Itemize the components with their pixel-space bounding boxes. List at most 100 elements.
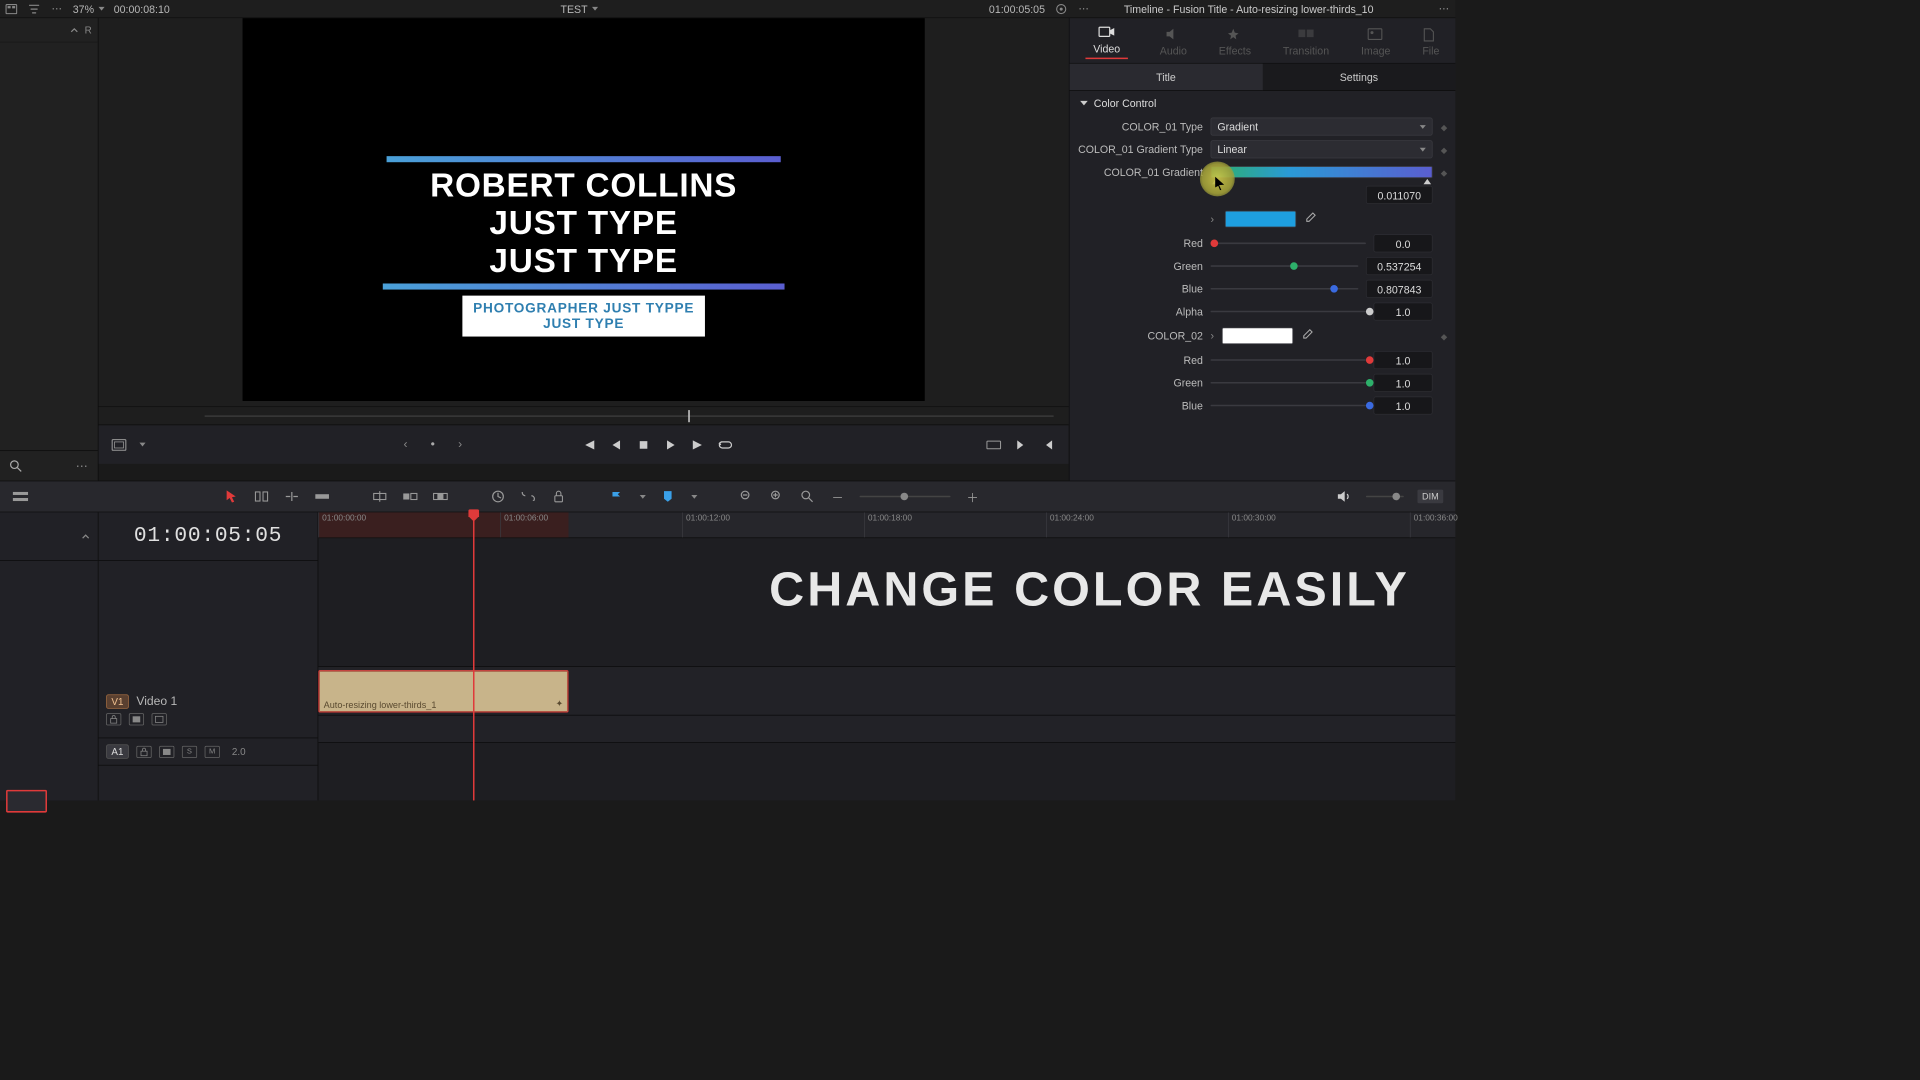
lock-track-icon[interactable] xyxy=(136,745,151,757)
first-frame-icon[interactable] xyxy=(581,436,598,453)
chevron-down-icon[interactable] xyxy=(139,443,145,447)
dynamic-trim-icon[interactable] xyxy=(283,488,300,505)
red2-value[interactable]: 1.0 xyxy=(1373,351,1432,369)
chevron-down-icon[interactable] xyxy=(691,495,697,499)
marker-dot-icon[interactable]: • xyxy=(424,436,441,453)
color-swatch[interactable] xyxy=(1225,211,1296,228)
more-icon[interactable]: ⋯ xyxy=(50,2,64,16)
browser-collapse-row[interactable]: R xyxy=(0,18,98,42)
track-header-v1[interactable]: V1 Video 1 xyxy=(99,690,318,739)
marker-icon[interactable] xyxy=(659,488,676,505)
selection-tool-icon[interactable] xyxy=(223,488,240,505)
goto-out-icon[interactable] xyxy=(1040,436,1057,453)
timeline-zoom-slider[interactable] xyxy=(860,496,951,498)
play-icon[interactable] xyxy=(662,436,679,453)
loop-icon[interactable] xyxy=(717,436,734,453)
alpha-value[interactable]: 1.0 xyxy=(1373,302,1432,320)
overwrite-icon[interactable] xyxy=(402,488,419,505)
track-lane-v1[interactable]: Auto-resizing lower-thirds_1 ✦ xyxy=(318,667,1455,716)
gradient-stop-right[interactable] xyxy=(1424,179,1432,184)
eyedropper-icon[interactable] xyxy=(1300,329,1314,343)
green2-value[interactable]: 1.0 xyxy=(1373,374,1432,392)
zoom-plus-icon[interactable]: ＋ xyxy=(964,488,981,505)
zoom-minus-icon[interactable]: － xyxy=(829,488,846,505)
dim-button[interactable]: DIM xyxy=(1417,490,1443,504)
keyframe-toggle[interactable] xyxy=(1440,166,1448,178)
timeline-clip[interactable]: Auto-resizing lower-thirds_1 ✦ xyxy=(318,670,568,712)
program-viewer[interactable]: ROBERT COLLINS JUST TYPE JUST TYPE PHOTO… xyxy=(243,18,925,401)
viewer-scrubber[interactable] xyxy=(99,406,1069,424)
eyedropper-icon[interactable] xyxy=(1304,212,1318,226)
next-edit-icon[interactable] xyxy=(1013,436,1030,453)
blue-slider[interactable] xyxy=(1211,288,1359,290)
last-frame-icon[interactable] xyxy=(690,436,707,453)
subtab-title[interactable]: Title xyxy=(1070,64,1263,91)
more-icon[interactable]: ⋯ xyxy=(1437,2,1451,16)
section-color-control[interactable]: Color Control xyxy=(1070,91,1456,115)
color02-swatch[interactable] xyxy=(1222,327,1293,344)
chevron-up-icon[interactable] xyxy=(81,532,90,541)
flag-icon[interactable] xyxy=(608,488,625,505)
more-icon[interactable]: ⋯ xyxy=(75,459,89,473)
auto-select-icon[interactable] xyxy=(129,713,144,725)
timeline-body[interactable]: 01:00:00:00 01:00:06:00 01:00:12:00 01:0… xyxy=(318,512,1455,800)
color01-gradtype-select[interactable]: Linear xyxy=(1211,140,1433,158)
link-icon[interactable] xyxy=(520,488,537,505)
green-slider[interactable] xyxy=(1211,265,1359,267)
replace-icon[interactable] xyxy=(432,488,449,505)
play-reverse-icon[interactable] xyxy=(608,436,625,453)
zoom-in-fit-icon[interactable] xyxy=(769,488,786,505)
mute-icon[interactable] xyxy=(1336,488,1353,505)
blue2-value[interactable]: 1.0 xyxy=(1373,396,1432,414)
chevron-down-icon[interactable] xyxy=(640,495,646,499)
auto-select-icon[interactable] xyxy=(159,745,174,757)
zoom-dropdown[interactable]: 37% xyxy=(73,3,105,15)
timeline-playhead[interactable] xyxy=(473,512,475,800)
disable-track-icon[interactable] xyxy=(152,713,167,725)
color01-type-select[interactable]: Gradient xyxy=(1211,117,1433,135)
blue-value[interactable]: 0.807843 xyxy=(1366,280,1433,298)
tab-video[interactable]: Video xyxy=(1085,25,1127,58)
prev-clip-icon[interactable]: ‹ xyxy=(397,436,414,453)
more-icon[interactable]: ⋯ xyxy=(1077,2,1091,16)
scrub-handle[interactable] xyxy=(688,410,690,422)
chevron-right-icon[interactable]: › xyxy=(1211,330,1215,342)
next-clip-icon[interactable]: › xyxy=(452,436,469,453)
page-nav-edit[interactable] xyxy=(6,790,47,813)
filter-icon[interactable] xyxy=(27,2,41,16)
track-header-a1[interactable]: A1 S M 2.0 xyxy=(99,738,318,765)
lock-track-icon[interactable] xyxy=(106,713,121,725)
timeline-name-dropdown[interactable]: TEST xyxy=(560,3,598,15)
zoom-out-fit-icon[interactable] xyxy=(738,488,755,505)
red-value[interactable]: 0.0 xyxy=(1373,234,1432,252)
gradient-strip[interactable] xyxy=(1211,166,1433,178)
search-timeline-icon[interactable] xyxy=(799,488,816,505)
blue2-slider[interactable] xyxy=(1211,405,1366,407)
solo-button[interactable]: S xyxy=(182,745,197,757)
subtab-settings[interactable]: Settings xyxy=(1262,64,1455,91)
keyframe-toggle[interactable] xyxy=(1440,121,1448,133)
keyframe-toggle[interactable] xyxy=(1440,143,1448,155)
stop-icon[interactable] xyxy=(635,436,652,453)
keyframe-toggle[interactable] xyxy=(1440,330,1448,342)
volume-slider[interactable] xyxy=(1366,496,1404,498)
bypass-color-icon[interactable] xyxy=(1054,2,1068,16)
timeline-view-icon[interactable] xyxy=(12,488,29,505)
mute-button[interactable]: M xyxy=(205,745,220,757)
match-frame-icon[interactable] xyxy=(985,436,1002,453)
red-slider[interactable] xyxy=(1211,243,1366,245)
alpha-slider[interactable] xyxy=(1211,311,1366,313)
trim-tool-icon[interactable] xyxy=(253,488,270,505)
blade-tool-icon[interactable] xyxy=(314,488,331,505)
insert-icon[interactable] xyxy=(371,488,388,505)
safe-area-icon[interactable] xyxy=(111,436,128,453)
a1-badge[interactable]: A1 xyxy=(106,744,129,758)
timeline-ruler[interactable]: 01:00:00:00 01:00:06:00 01:00:12:00 01:0… xyxy=(318,512,1455,538)
track-lane-a1[interactable] xyxy=(318,716,1455,743)
retime-icon[interactable] xyxy=(490,488,507,505)
media-pool-icon[interactable] xyxy=(5,2,19,16)
lock-icon[interactable] xyxy=(550,488,567,505)
gradient-pos-value[interactable]: 0.011070 xyxy=(1366,186,1433,204)
chevron-right-icon[interactable]: › xyxy=(1211,213,1215,225)
green2-slider[interactable] xyxy=(1211,382,1366,384)
